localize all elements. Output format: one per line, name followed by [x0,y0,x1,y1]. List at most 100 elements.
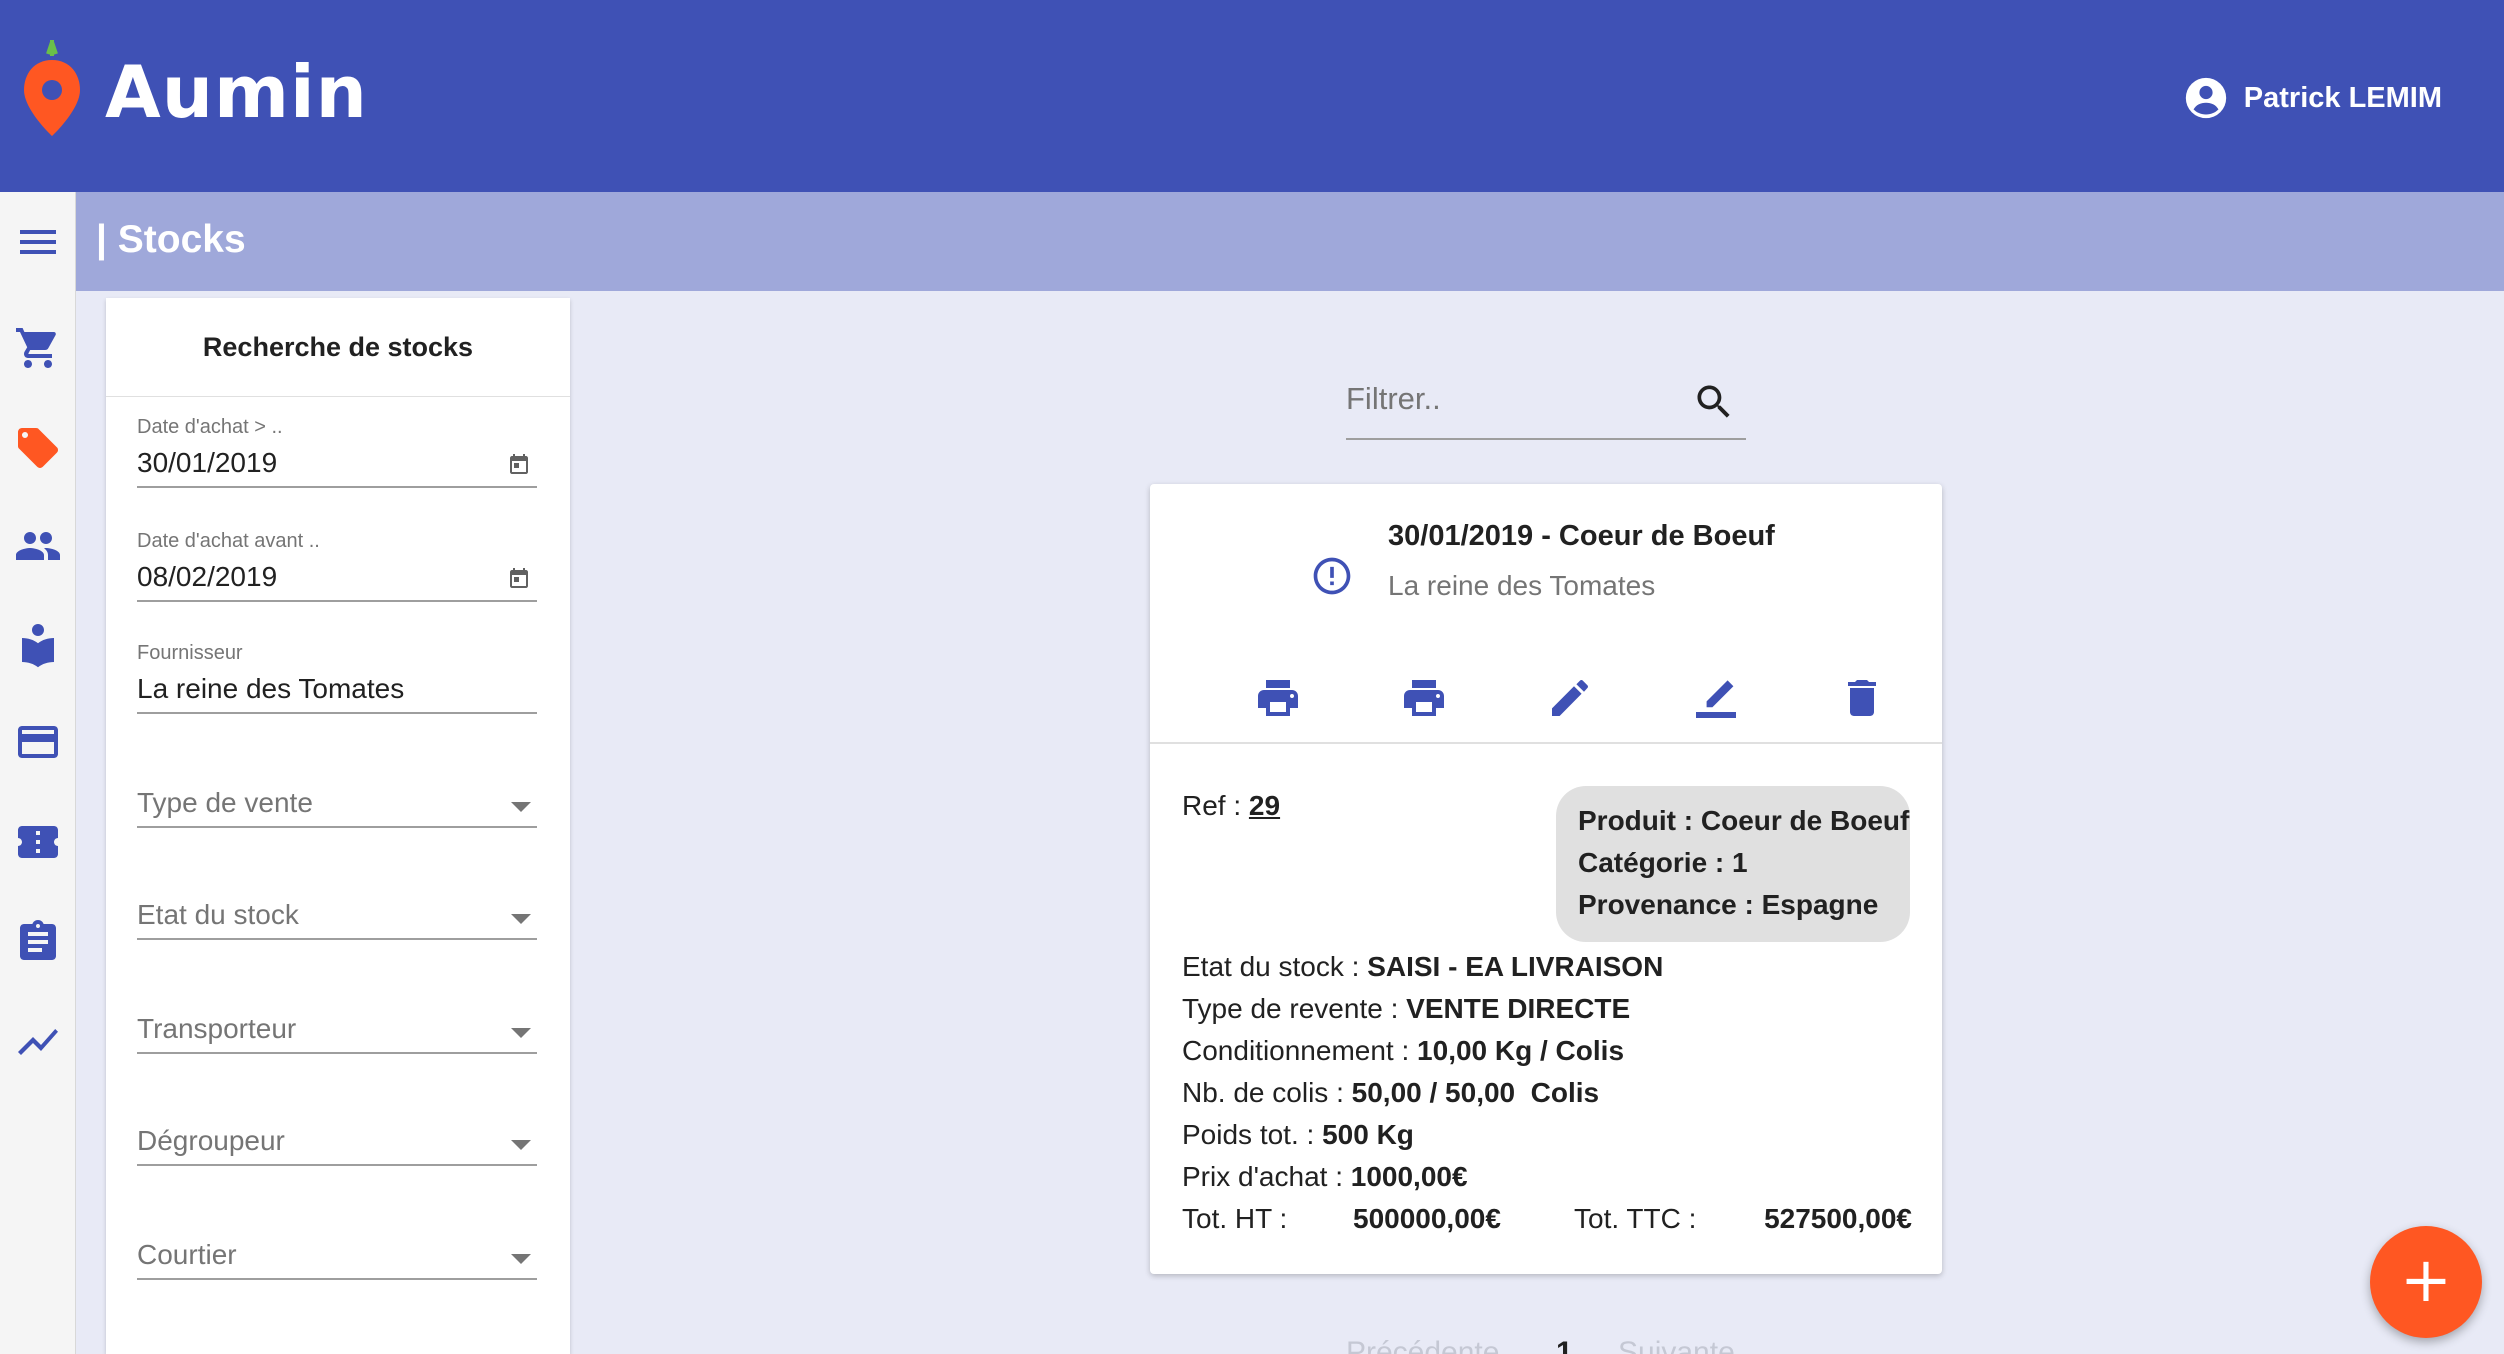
border-color-icon [1696,680,1736,718]
broker-placeholder: Courtier [137,1239,237,1270]
stock-state-select[interactable]: Etat du stock [137,894,537,940]
date-before-value: 08/02/2019 [137,561,278,592]
total-ht-value: 500000,00€ [1353,1203,1501,1234]
menu-icon[interactable] [14,218,62,266]
resale-type-row: Type de revente : VENTE DIRECTE [1182,988,1912,1030]
supplier-input[interactable]: La reine des Tomates [137,668,537,714]
user-name: Patrick LEMIM [2243,81,2442,114]
edit-button[interactable] [1546,674,1594,722]
date-after-input[interactable]: 30/01/2019 [137,442,537,488]
card-subtitle: La reine des Tomates [1388,570,1656,601]
user-menu[interactable]: Patrick LEMIM [2184,76,2442,120]
total-weight-label: Poids tot. : [1182,1119,1323,1150]
pagination: Précédente 1 Suivante [1346,1336,1846,1354]
stock-state-value: SAISI - EA LIVRAISON [1367,951,1664,982]
next-page-button[interactable]: Suivante [1618,1336,1735,1354]
stock-card: 30/01/2019 - Coeur de Boeuf La reine des… [1150,484,1942,1274]
broker-dropdown[interactable]: Courtier [137,1234,537,1280]
product-name: Produit : Coeur de Boeuf [1578,805,1910,836]
account-circle-icon [2185,77,2226,119]
carrier-dropdown[interactable]: Transporteur [137,1008,537,1054]
card-header: 30/01/2019 - Coeur de Boeuf La reine des… [1150,484,1942,744]
filter-field[interactable] [1346,360,1746,440]
sale-type-placeholder: Type de vente [137,787,313,818]
search-icon[interactable] [1692,380,1736,424]
filter-input[interactable] [1346,374,1686,424]
product-origin: Provenance : Espagne [1578,889,1879,920]
colis-count-label: Nb. de colis : [1182,1077,1352,1108]
stock-state-placeholder: Etat du stock [137,899,299,930]
date-after-field[interactable]: Date d'achat > .. 30/01/2019 [137,416,537,488]
stock-state-label: Etat du stock : [1182,951,1368,982]
purchase-price-label: Prix d'achat : [1182,1161,1351,1192]
current-page[interactable]: 1 [1556,1336,1573,1354]
resale-type-value: VENTE DIRECTE [1406,993,1631,1024]
date-after-value: 30/01/2019 [137,447,278,478]
prev-page-button[interactable]: Précédente [1346,1336,1499,1354]
people-icon[interactable] [14,522,62,570]
calendar-icon[interactable] [507,566,531,590]
date-before-label: Date d'achat avant .. [137,530,320,552]
credit-card-icon[interactable] [14,718,62,766]
product-category: Catégorie : 1 [1578,847,1748,878]
side-nav [0,192,76,1354]
stock-details: Etat du stock : SAISI - EA LIVRAISON Typ… [1182,946,1912,1240]
tag-icon[interactable] [14,424,62,472]
total-weight-row: Poids tot. : 500 Kg [1182,1114,1912,1156]
page-title-bar: | Stocks [76,192,2504,291]
purchase-price-row: Prix d'achat : 1000,00€ [1182,1156,1912,1198]
purchase-price-value: 1000,00€ [1350,1161,1468,1192]
supplier-field[interactable]: Fournisseur La reine des Tomates [137,642,537,714]
edit-underline-button[interactable] [1692,674,1740,722]
app-header: Aumin Patrick LEMIM [0,0,2504,192]
delete-button[interactable] [1838,674,1886,722]
carrier-select[interactable]: Transporteur [137,1008,537,1054]
stock-state-row: Etat du stock : SAISI - EA LIVRAISON [1182,946,1912,988]
brand-name: Aumin [105,50,368,134]
ref-label: Ref : [1182,790,1249,821]
packaging-value: 10,00 Kg / Colis [1417,1035,1625,1066]
total-weight-value: 500 Kg [1322,1119,1414,1150]
cart-icon[interactable] [14,324,62,372]
broker-select[interactable]: Courtier [137,1234,537,1280]
total-ttc-value: 527500,00€ [1764,1203,1912,1234]
date-before-field[interactable]: Date d'achat avant .. 08/02/2019 [137,530,537,602]
totals-row: Tot. HT : 500000,00€ Tot. TTC : 527500,0… [1182,1198,1912,1240]
chevron-down-icon [511,1028,531,1038]
trending-icon[interactable] [14,1018,62,1066]
book-icon[interactable] [14,620,62,668]
print-icon [1258,680,1298,716]
date-before-input[interactable]: 08/02/2019 [137,556,537,602]
clipboard-icon[interactable] [14,918,62,966]
alert-circle-icon [1313,557,1351,595]
calendar-icon[interactable] [507,452,531,476]
product-info-bubble: Produit : Coeur de Boeuf Catégorie : 1 P… [1556,786,1910,942]
sale-type-select[interactable]: Type de vente [137,782,537,828]
degrouper-dropdown[interactable]: Dégroupeur [137,1120,537,1166]
stock-state-dropdown[interactable]: Etat du stock [137,894,537,940]
supplier-label: Fournisseur [137,642,243,664]
packaging-label: Conditionnement : [1182,1035,1418,1066]
chevron-down-icon [511,914,531,924]
add-stock-button[interactable]: + [2370,1226,2482,1338]
panel-title: Recherche de stocks [106,298,570,397]
ref-link[interactable]: 29 [1249,790,1280,821]
stock-search-panel: Recherche de stocks Date d'achat > .. 30… [106,298,570,1354]
trash-icon [1848,680,1876,716]
packaging-row: Conditionnement : 10,00 Kg / Colis [1182,1030,1912,1072]
print-button[interactable] [1254,674,1302,722]
logo-pin-icon [24,40,80,136]
sale-type-dropdown[interactable]: Type de vente [137,782,537,828]
degrouper-select[interactable]: Dégroupeur [137,1120,537,1166]
ticket-icon[interactable] [14,818,62,866]
total-ttc-label: Tot. TTC : [1574,1203,1697,1234]
resale-type-label: Type de revente : [1182,993,1407,1024]
chevron-down-icon [511,802,531,812]
plus-icon: + [2400,1243,2452,1316]
colis-count-row: Nb. de colis : 50,00 / 50,00 Colis [1182,1072,1912,1114]
card-title: 30/01/2019 - Coeur de Boeuf [1388,520,1775,552]
print-alt-button[interactable] [1400,674,1448,722]
print-icon [1404,680,1444,716]
degrouper-placeholder: Dégroupeur [137,1125,285,1156]
page-title: | Stocks [96,218,246,261]
